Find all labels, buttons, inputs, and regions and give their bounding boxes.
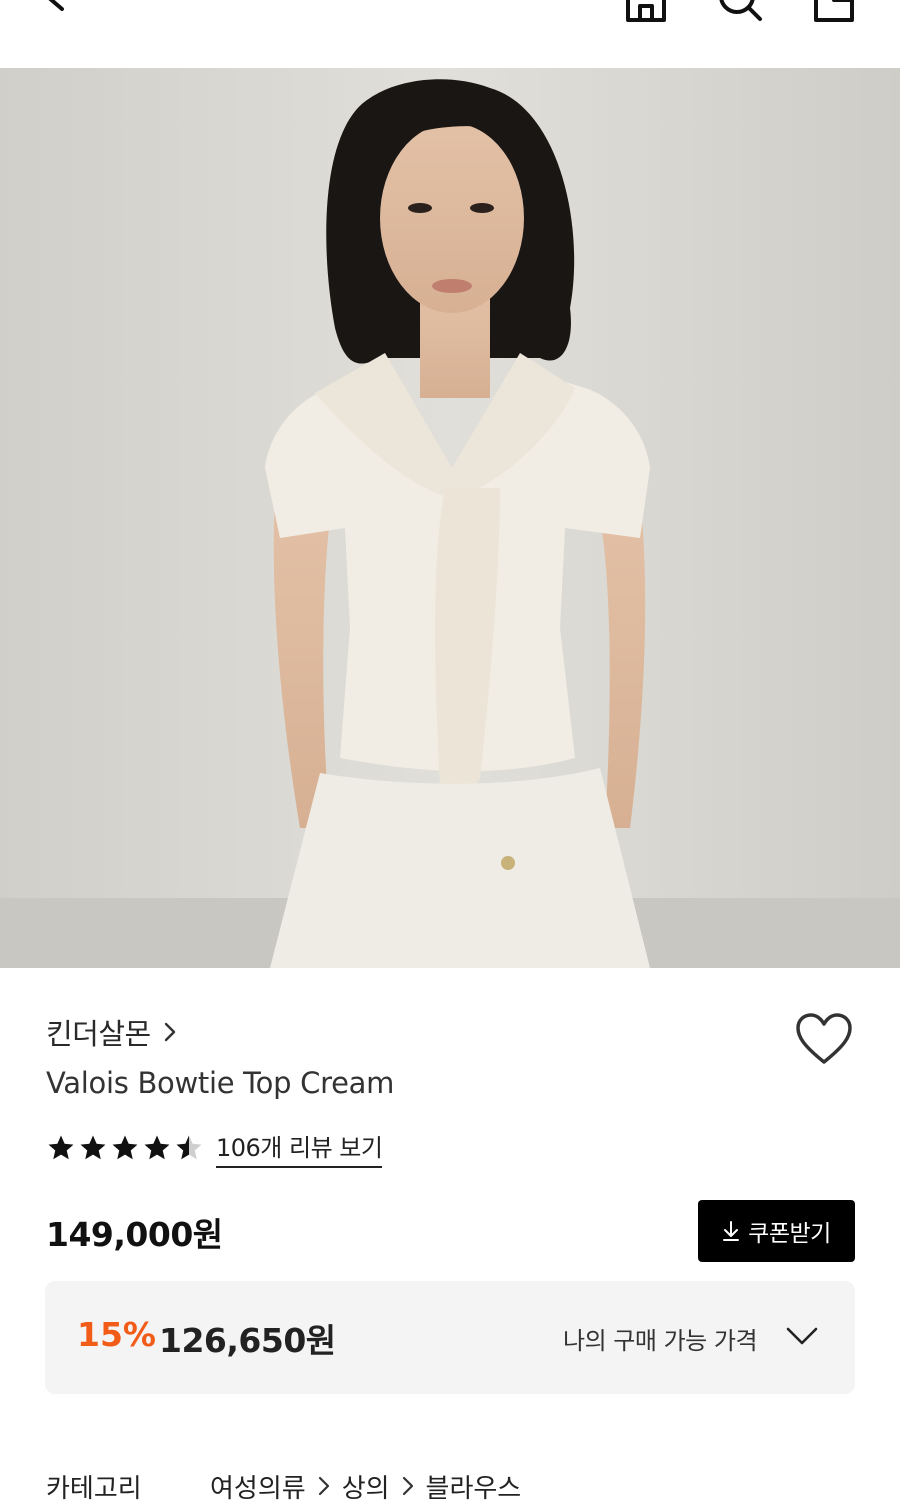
chevron-down-icon[interactable] <box>785 1325 819 1347</box>
product-image[interactable] <box>0 68 900 968</box>
half-star-icon <box>176 1135 202 1160</box>
rating-row: 106개 리뷰 보기 <box>46 1128 383 1168</box>
brand-name[interactable]: 킨더살몬 <box>46 1011 151 1053</box>
star-icon <box>144 1135 170 1160</box>
search-icon[interactable] <box>712 0 768 26</box>
top-nav-bar <box>0 0 900 68</box>
home-icon[interactable] <box>620 0 672 26</box>
category-item[interactable]: 블라우스 <box>426 1468 522 1505</box>
discount-price-box[interactable]: 15% 126,650원 나의 구매 가능 가격 <box>45 1281 855 1394</box>
arrow-left-icon[interactable] <box>40 0 104 20</box>
my-price-label: 나의 구매 가능 가격 <box>563 1327 758 1355</box>
review-link[interactable]: 106개 리뷰 보기 <box>216 1128 383 1168</box>
star-icon <box>112 1135 138 1160</box>
coupon-button-label: 쿠폰받기 <box>748 1221 831 1247</box>
chevron-right-icon <box>164 1022 175 1042</box>
category-item[interactable]: 상의 <box>342 1468 390 1505</box>
discount-price: 126,650원 <box>159 1321 336 1360</box>
category-label: 카테고리 <box>46 1473 142 1504</box>
star-icon <box>48 1135 74 1160</box>
rating-stars <box>46 1133 204 1163</box>
brand-link[interactable]: 킨더살몬 <box>46 1012 177 1052</box>
coupon-button[interactable]: 쿠폰받기 <box>698 1200 855 1262</box>
discount-rate: 15% <box>77 1315 156 1354</box>
chevron-right-icon <box>318 1476 329 1496</box>
category-row: 카테고리 여성의류 상의 블라우스 <box>46 1466 521 1506</box>
bag-icon[interactable] <box>808 0 860 26</box>
heart-icon[interactable] <box>794 1012 854 1068</box>
chevron-right-icon <box>402 1476 413 1496</box>
original-price: 149,000원 <box>46 1215 223 1254</box>
category-item[interactable]: 여성의류 <box>210 1468 306 1505</box>
download-icon <box>723 1221 740 1241</box>
product-name: Valois Bowtie Top Cream <box>46 1066 395 1100</box>
star-icon <box>80 1135 106 1160</box>
